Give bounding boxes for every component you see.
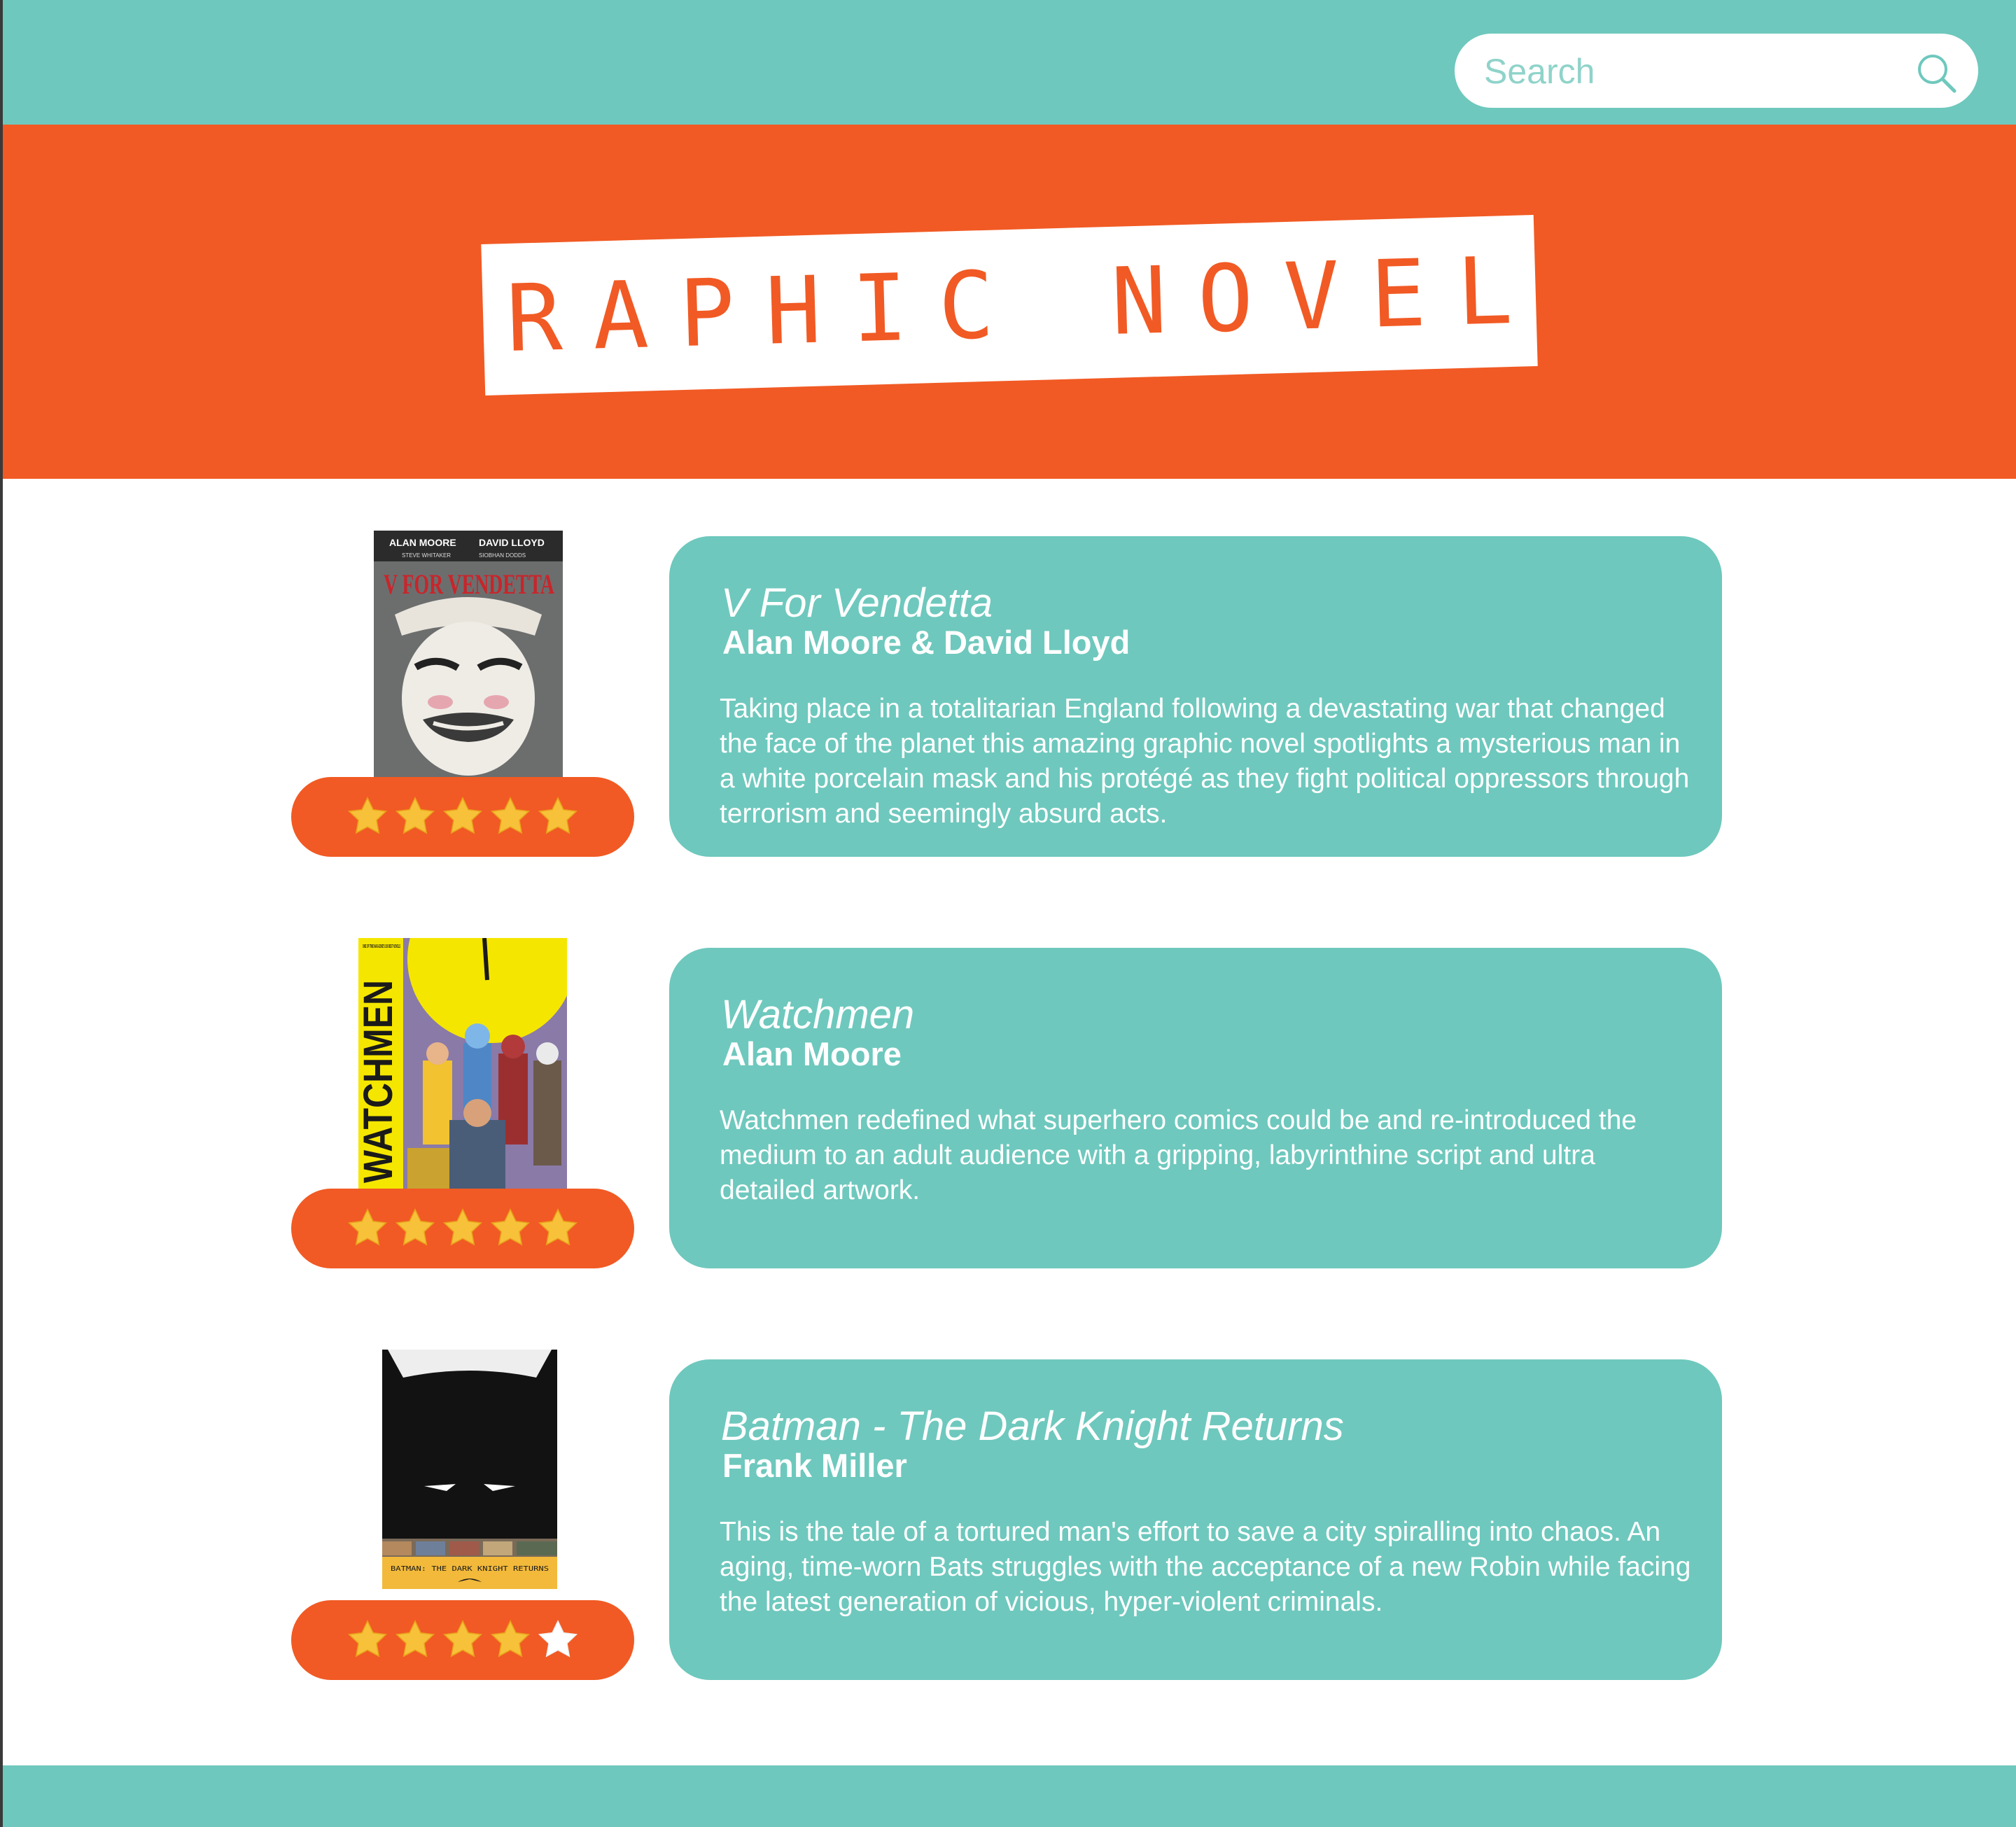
star-icon-filled [538,797,578,834]
book-author: Frank Miller [722,1447,907,1484]
mask-face-shape [402,622,535,776]
book-entry: ONE OF TIME MAGAZINE'S 100 BEST NOVELS W… [0,938,2016,1270]
cover-author2: DAVID LLOYD [479,537,545,548]
star-icon-filled [442,797,483,834]
star-icon-filled [347,1208,388,1246]
cover-title: V FOR VENDETTA [384,568,554,600]
book-title[interactable]: Batman - The Dark Knight Returns [721,1403,1344,1450]
hero-banner: Graphic Novels [0,125,2016,479]
cover-title: WATCHMEN [358,980,401,1183]
book-description: Taking place in a totalitarian England f… [720,694,1690,829]
star-icon-filled [347,1620,388,1658]
star-icon-filled [490,1620,531,1658]
book-list: ALAN MOORE DAVID LLOYD STEVE WHITAKER SI… [0,479,2016,1765]
star-icon-filled [490,1208,531,1246]
left-edge-rule [0,0,3,1827]
cover-credit2: SIOBHAN DODDS [479,552,526,559]
book-info-card[interactable]: Batman - The Dark Knight Returns Frank M… [669,1359,1722,1680]
star-icon-filled [395,1208,435,1246]
page-title: Graphic Novels [418,234,1632,376]
star-icon-filled [395,1620,435,1658]
top-bar [0,0,2016,125]
book-author: Alan Moore [722,1035,902,1072]
rating-pill [291,1189,634,1268]
book-entry: ALAN MOORE DAVID LLOYD STEVE WHITAKER SI… [0,531,2016,858]
book-title[interactable]: Watchmen [721,991,914,1038]
v-for-vendetta-cover[interactable]: ALAN MOORE DAVID LLOYD STEVE WHITAKER SI… [374,531,563,780]
star-icon-filled [442,1208,483,1246]
rating-pill [291,1600,634,1680]
star-icon-empty [538,1620,578,1658]
cover-title: BATMAN: THE DARK KNIGHT RETURNS [391,1565,549,1573]
book-description: This is the tale of a tortured man's eff… [720,1517,1691,1617]
watchmen-cover[interactable]: ONE OF TIME MAGAZINE'S 100 BEST NOVELS W… [358,938,567,1189]
title-card: Graphic Novels [419,215,1631,396]
book-info-card[interactable]: V For Vendetta Alan Moore & David Lloyd … [669,536,1722,857]
dark-knight-returns-cover[interactable]: BATMAN: THE DARK KNIGHT RETURNS [382,1350,557,1589]
cover-author1: ALAN MOORE [389,537,456,548]
star-icon-filled [490,797,531,834]
cover-credit1: STEVE WHITAKER [402,552,451,559]
search-input[interactable] [1483,43,1877,99]
book-title[interactable]: V For Vendetta [721,580,993,626]
book-description: Watchmen redefined what superhero comics… [720,1105,1637,1205]
star-icon-filled [442,1620,483,1658]
star-icon-filled [347,797,388,834]
search-box[interactable] [1455,34,1978,108]
book-info-card[interactable]: Watchmen Alan Moore Watchmen redefined w… [669,948,1722,1268]
rating-pill [291,777,634,857]
book-entry: BATMAN: THE DARK KNIGHT RETURNS Batman -… [0,1350,2016,1681]
search-icon[interactable] [1914,50,1959,95]
footer-bar [0,1765,2016,1827]
book-author: Alan Moore & David Lloyd [722,624,1130,661]
batman-mask-shape [382,1350,557,1539]
star-icon-filled [538,1208,578,1246]
cover-tagline: ONE OF TIME MAGAZINE'S 100 BEST NOVELS [363,944,400,949]
star-icon-filled [395,797,435,834]
